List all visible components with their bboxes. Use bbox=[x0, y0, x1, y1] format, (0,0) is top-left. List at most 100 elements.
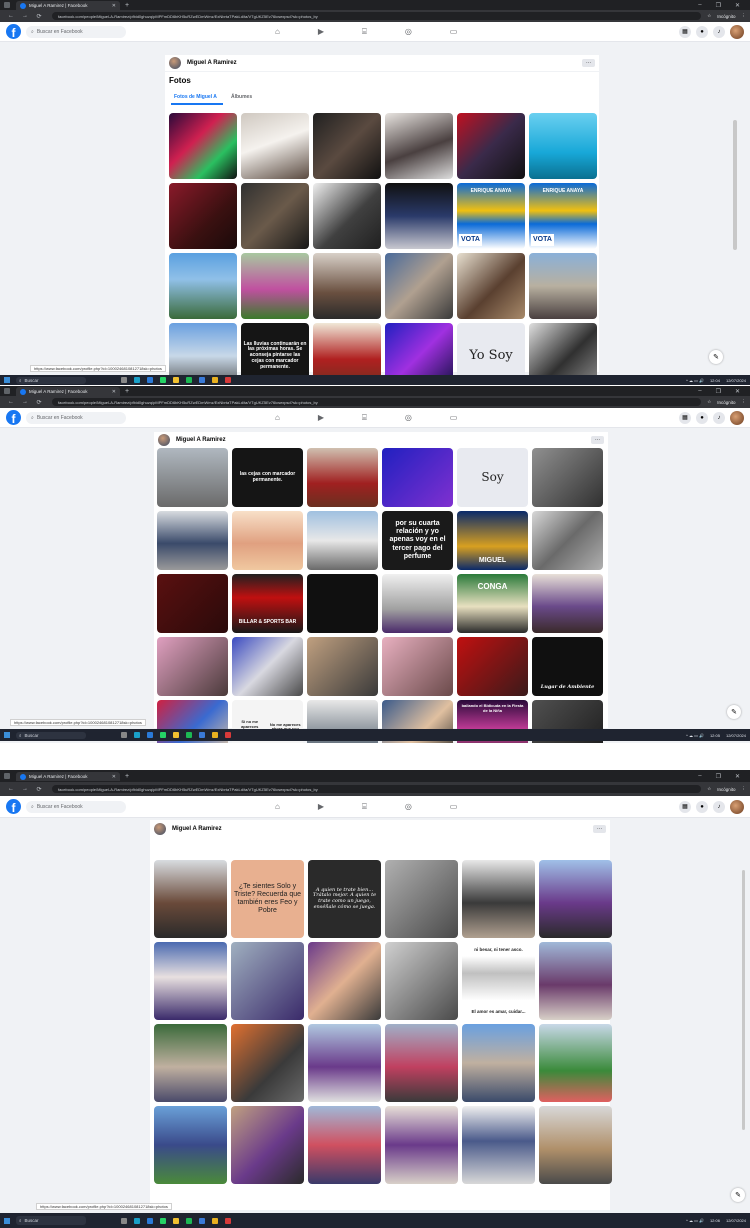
edge-icon[interactable] bbox=[134, 1217, 140, 1224]
photo-thumb[interactable] bbox=[157, 448, 228, 507]
tab-photos-of[interactable]: Fotos de Miguel A bbox=[174, 94, 217, 100]
photo-thumb[interactable] bbox=[154, 1106, 227, 1184]
photo-thumb[interactable] bbox=[154, 1024, 227, 1102]
whatsapp-icon[interactable] bbox=[160, 1217, 166, 1224]
back-icon[interactable]: ← bbox=[4, 786, 18, 792]
menu-grid-icon[interactable]: ▦ bbox=[679, 411, 691, 424]
photo-thumb[interactable]: MIGUEL bbox=[457, 511, 528, 570]
taskbar-search[interactable]: ⌕ Buscar bbox=[16, 1216, 86, 1225]
incognito-badge[interactable]: Incógnito bbox=[717, 787, 735, 792]
close-tab-icon[interactable]: ✕ bbox=[112, 3, 116, 9]
account-avatar[interactable] bbox=[730, 410, 744, 425]
notifications-bell-icon[interactable]: ♪ bbox=[713, 411, 725, 424]
photos-app-icon[interactable] bbox=[147, 1217, 153, 1224]
photo-thumb[interactable] bbox=[385, 1024, 458, 1102]
photo-thumb[interactable] bbox=[308, 942, 381, 1020]
browser-tab[interactable]: Miguel A Ramirez | Facebook ✕ bbox=[16, 772, 120, 781]
photo-thumb[interactable]: BILLAR & SPORTS BAR bbox=[232, 574, 303, 633]
photo-thumb[interactable] bbox=[532, 448, 603, 507]
maximize-icon[interactable]: ❐ bbox=[716, 388, 721, 395]
tray-icons[interactable]: ^ ☁ ▭ 🔊 bbox=[686, 378, 704, 383]
photo-thumb[interactable] bbox=[385, 253, 453, 319]
url-field[interactable]: facebook.com/people/Miguel-A-Ramirez/pfb… bbox=[52, 12, 702, 20]
minimize-icon[interactable]: – bbox=[698, 388, 701, 395]
search-input[interactable]: ⌕ Buscar en Facebook bbox=[26, 800, 126, 813]
profile-avatar[interactable] bbox=[169, 57, 181, 69]
photo-thumb[interactable]: ni besar, ni tener asco. El amor es amar,… bbox=[462, 942, 535, 1020]
new-tab-button[interactable]: + bbox=[125, 773, 129, 780]
messenger-icon[interactable]: ● bbox=[696, 800, 708, 813]
reload-icon[interactable]: ⟳ bbox=[32, 786, 46, 793]
search-input[interactable]: ⌕ Buscar en Facebook bbox=[26, 411, 126, 424]
taskview-icon[interactable] bbox=[121, 1217, 127, 1224]
account-avatar[interactable] bbox=[730, 799, 744, 814]
photo-thumb[interactable]: las cejas con marcador permanente. bbox=[232, 448, 303, 507]
photo-thumb[interactable] bbox=[307, 637, 378, 696]
profile-avatar[interactable] bbox=[154, 823, 166, 835]
taskview-icon[interactable] bbox=[121, 732, 127, 738]
photo-thumb[interactable] bbox=[532, 511, 603, 570]
marketplace-icon[interactable]: ⌸ bbox=[362, 802, 367, 812]
photo-thumb[interactable] bbox=[462, 1106, 535, 1184]
photo-thumb[interactable]: por su cuarta relación y yo apenas voy e… bbox=[382, 511, 453, 570]
photo-thumb[interactable]: CONGA bbox=[457, 574, 528, 633]
photo-thumb[interactable]: A quien te trate bien... Trátalo mejor. … bbox=[308, 860, 381, 938]
search-input[interactable]: ⌕ Buscar en Facebook bbox=[26, 25, 126, 38]
tab-search-icon[interactable] bbox=[4, 2, 10, 8]
photo-thumb[interactable] bbox=[308, 1024, 381, 1102]
browser-tab[interactable]: Miguel A Ramirez | Facebook ✕ bbox=[16, 1, 120, 10]
back-icon[interactable]: ← bbox=[4, 399, 18, 405]
edge-icon[interactable] bbox=[134, 377, 140, 383]
photo-thumb[interactable] bbox=[241, 113, 309, 179]
new-tab-button[interactable]: + bbox=[125, 2, 129, 9]
edge-icon[interactable] bbox=[134, 732, 140, 738]
groups-icon[interactable]: ◎ bbox=[405, 802, 412, 812]
windows-start-icon[interactable] bbox=[4, 377, 10, 383]
close-window-icon[interactable]: ✕ bbox=[735, 773, 740, 780]
incognito-badge[interactable]: Incógnito bbox=[717, 400, 735, 405]
page-scrollbar[interactable] bbox=[733, 120, 737, 250]
photo-thumb[interactable] bbox=[157, 511, 228, 570]
whatsapp-icon[interactable] bbox=[160, 732, 166, 738]
close-window-icon[interactable]: ✕ bbox=[735, 2, 740, 9]
page-scrollbar[interactable] bbox=[742, 870, 745, 1130]
photo-thumb[interactable] bbox=[307, 448, 378, 507]
photo-thumb[interactable] bbox=[232, 637, 303, 696]
photo-thumb[interactable] bbox=[385, 183, 453, 249]
photo-thumb[interactable] bbox=[457, 113, 525, 179]
gaming-icon[interactable]: ▭ bbox=[450, 802, 458, 812]
profile-more-button[interactable]: ··· bbox=[582, 59, 595, 67]
tray-icons[interactable]: ^ ☁ ▭ 🔊 bbox=[686, 1218, 704, 1223]
spotify-icon[interactable] bbox=[186, 1217, 192, 1224]
tab-search-icon[interactable] bbox=[4, 388, 10, 394]
folder-icon[interactable] bbox=[173, 732, 179, 738]
video-icon[interactable]: ▶ bbox=[318, 413, 324, 423]
forward-icon[interactable]: → bbox=[18, 786, 32, 792]
folder-icon[interactable] bbox=[173, 1217, 179, 1224]
forward-icon[interactable]: → bbox=[18, 399, 32, 405]
notifications-bell-icon[interactable]: ♪ bbox=[713, 25, 725, 38]
app-icon[interactable] bbox=[225, 732, 231, 738]
photo-thumb[interactable] bbox=[385, 942, 458, 1020]
groups-icon[interactable]: ◎ bbox=[405, 413, 412, 423]
home-icon[interactable]: ⌂ bbox=[275, 27, 280, 37]
close-window-icon[interactable]: ✕ bbox=[735, 388, 740, 395]
messenger-icon[interactable]: ● bbox=[696, 411, 708, 424]
photo-thumb[interactable] bbox=[308, 1106, 381, 1184]
photos-app-icon[interactable] bbox=[147, 377, 153, 383]
gaming-icon[interactable]: ▭ bbox=[450, 27, 458, 37]
photo-thumb[interactable] bbox=[313, 183, 381, 249]
app-icon[interactable] bbox=[225, 1217, 231, 1224]
photo-thumb[interactable] bbox=[169, 253, 237, 319]
video-icon[interactable]: ▶ bbox=[318, 802, 324, 812]
photo-thumb[interactable] bbox=[529, 253, 597, 319]
spotify-icon[interactable] bbox=[186, 732, 192, 738]
photo-thumb[interactable] bbox=[241, 183, 309, 249]
menu-grid-icon[interactable]: ▦ bbox=[679, 800, 691, 813]
photo-thumb[interactable] bbox=[232, 511, 303, 570]
tab-albums[interactable]: Álbumes bbox=[231, 94, 252, 100]
maximize-icon[interactable]: ❐ bbox=[716, 2, 721, 9]
store-icon[interactable] bbox=[199, 1217, 205, 1224]
photo-thumb[interactable] bbox=[385, 1106, 458, 1184]
photo-thumb[interactable] bbox=[313, 113, 381, 179]
